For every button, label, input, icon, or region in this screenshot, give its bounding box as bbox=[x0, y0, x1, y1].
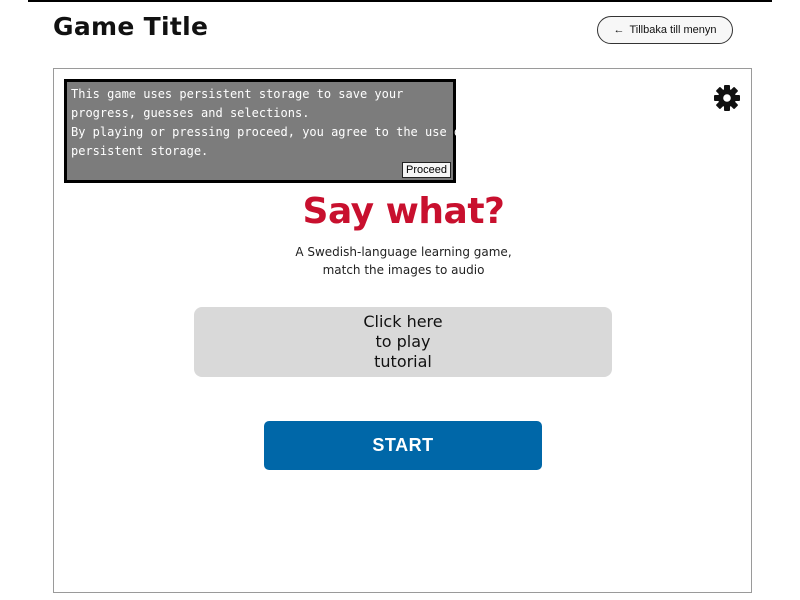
game-description: A Swedish-language learning game, match … bbox=[54, 243, 753, 279]
tutorial-label-line: Click here bbox=[363, 312, 443, 331]
notice-line: By playing or pressing proceed, you agre… bbox=[71, 125, 469, 139]
game-description-line: match the images to audio bbox=[322, 263, 485, 277]
game-description-line: A Swedish-language learning game, bbox=[295, 245, 512, 259]
notice-line: This game uses persistent storage to sav… bbox=[71, 87, 404, 101]
settings-button[interactable] bbox=[712, 83, 742, 113]
left-arrow-icon: ← bbox=[613, 23, 625, 36]
game-frame: This game uses persistent storage to sav… bbox=[53, 68, 752, 593]
start-button[interactable]: START bbox=[264, 421, 542, 470]
back-to-menu-label: Tillbaka till menyn bbox=[629, 24, 717, 36]
game-name: Say what? bbox=[302, 191, 505, 232]
notice-line: progress, guesses and selections. bbox=[71, 106, 310, 120]
top-divider bbox=[28, 0, 772, 2]
proceed-button[interactable]: Proceed bbox=[402, 162, 451, 178]
notice-line: persistent storage. bbox=[71, 144, 209, 158]
storage-notice: This game uses persistent storage to sav… bbox=[64, 79, 469, 183]
tutorial-label-line: to play bbox=[375, 332, 431, 351]
back-to-menu-button[interactable]: ← Tillbaka till menyn bbox=[597, 16, 733, 44]
page-title: Game Title bbox=[53, 12, 209, 41]
tutorial-button[interactable]: Click here to play tutorial bbox=[194, 307, 612, 377]
gear-icon bbox=[714, 85, 740, 111]
tutorial-label-line: tutorial bbox=[374, 352, 432, 371]
